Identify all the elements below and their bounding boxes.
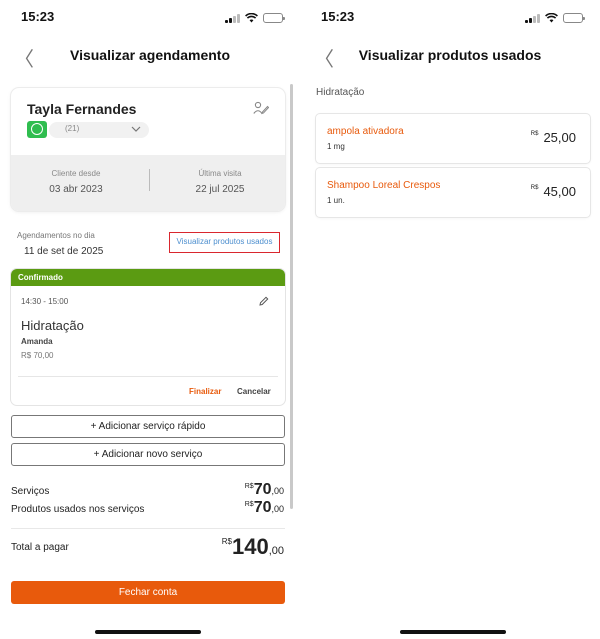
products-cents: ,00	[271, 504, 284, 514]
products-label: Produtos usados nos serviços	[11, 504, 145, 515]
client-since-value: 03 abr 2023	[49, 184, 103, 195]
view-used-products-link[interactable]: Visualizar produtos usados	[169, 232, 280, 253]
page-title: Visualizar produtos usados	[358, 47, 542, 63]
used-products-screen: 15:23 〈 Visualizar produtos usados Hidra…	[300, 0, 600, 639]
status-bar: 15:23	[0, 9, 300, 29]
home-indicator[interactable]	[95, 630, 201, 634]
add-new-service-button[interactable]: + Adicionar novo serviço	[11, 443, 285, 466]
total-label: Total a pagar	[11, 542, 69, 553]
last-visit: Última visita 22 jul 2025	[155, 169, 285, 195]
total-cents: ,00	[268, 545, 284, 557]
currency-symbol: R$	[530, 185, 539, 191]
product-quantity: 1 mg	[327, 142, 345, 151]
appointments-day-label: Agendamentos no dia	[17, 231, 95, 240]
product-name: ampola ativadora	[327, 126, 404, 137]
product-item[interactable]: ampola ativadora 1 mg R$ 25,00	[316, 114, 590, 163]
product-quantity: 1 un.	[327, 196, 345, 205]
products-amount: 70	[253, 499, 272, 516]
product-price: R$ 25,00	[531, 130, 576, 145]
product-price-value: 45,00	[543, 184, 576, 199]
status-icons	[225, 13, 285, 23]
client-phone: (21)	[65, 124, 80, 133]
appointment-card: Confirmado 14:30 - 15:00 Hidratação Aman…	[11, 269, 285, 405]
currency-symbol: R$	[244, 483, 254, 490]
nav-bar: 〈 Visualizar agendamento	[0, 38, 300, 72]
appointment-time: 14:30 - 15:00	[21, 297, 69, 306]
appointment-price: R$ 70,00	[21, 351, 54, 360]
wifi-icon	[245, 13, 258, 23]
chevron-down-icon	[131, 126, 141, 132]
add-quick-service-button[interactable]: + Adicionar serviço rápido	[11, 415, 285, 438]
status-bar: 15:23	[300, 9, 600, 29]
divider	[18, 376, 278, 377]
services-label: Serviços	[11, 486, 50, 497]
last-visit-label: Última visita	[198, 169, 242, 178]
scrollbar[interactable]	[290, 84, 293, 509]
page-title: Visualizar agendamento	[69, 47, 230, 63]
appointment-service: Hidratação	[21, 318, 84, 333]
finalize-button[interactable]: Finalizar	[189, 387, 221, 396]
status-time: 15:23	[21, 9, 55, 24]
products-total: R$70,00	[245, 499, 284, 517]
status-time: 15:23	[321, 9, 355, 24]
battery-icon	[263, 13, 285, 23]
home-indicator[interactable]	[400, 630, 506, 634]
product-price-value: 25,00	[543, 130, 576, 145]
currency-symbol: R$	[244, 501, 254, 508]
cellular-signal-icon	[225, 13, 240, 23]
wifi-icon	[545, 13, 558, 23]
services-cents: ,00	[271, 486, 284, 496]
client-since-label: Cliente desde	[51, 169, 101, 178]
currency-symbol: R$	[221, 537, 232, 546]
appointment-screen: 15:23 〈 Visualizar agendamento Tayla Fer…	[0, 0, 300, 639]
nav-bar: 〈 Visualizar produtos usados	[300, 38, 600, 72]
edit-client-icon[interactable]	[253, 101, 269, 115]
close-bill-button[interactable]: Fechar conta	[11, 581, 285, 604]
divider	[11, 528, 285, 529]
cellular-signal-icon	[525, 13, 540, 23]
total-amount: 140	[231, 534, 269, 559]
status-icons	[525, 13, 585, 23]
cancel-button[interactable]: Cancelar	[237, 387, 271, 396]
category-heading: Hidratação	[316, 87, 365, 98]
grand-total: R$140,00	[222, 534, 284, 560]
battery-icon	[563, 13, 585, 23]
currency-symbol: R$	[530, 131, 539, 137]
client-name: Tayla Fernandes	[27, 101, 137, 117]
appointment-professional: Amanda	[21, 337, 53, 346]
product-item[interactable]: Shampoo Loreal Crespos 1 un. R$ 45,00	[316, 168, 590, 217]
whatsapp-icon[interactable]	[27, 121, 47, 138]
appointments-day-date: 11 de set de 2025	[24, 246, 104, 257]
client-card: Tayla Fernandes (21) Cliente desde 03 ab…	[11, 88, 285, 211]
product-name: Shampoo Loreal Crespos	[327, 180, 441, 191]
phone-selector[interactable]: (21)	[49, 122, 149, 138]
services-amount: 70	[253, 481, 272, 498]
services-total: R$70,00	[245, 481, 284, 499]
last-visit-value: 22 jul 2025	[195, 184, 245, 195]
client-since: Cliente desde 03 abr 2023	[11, 169, 141, 195]
client-stats: Cliente desde 03 abr 2023 Última visita …	[11, 155, 285, 211]
status-badge: Confirmado	[11, 269, 285, 286]
pencil-icon[interactable]	[259, 296, 269, 306]
stats-divider	[149, 169, 150, 191]
product-price: R$ 45,00	[531, 184, 576, 199]
